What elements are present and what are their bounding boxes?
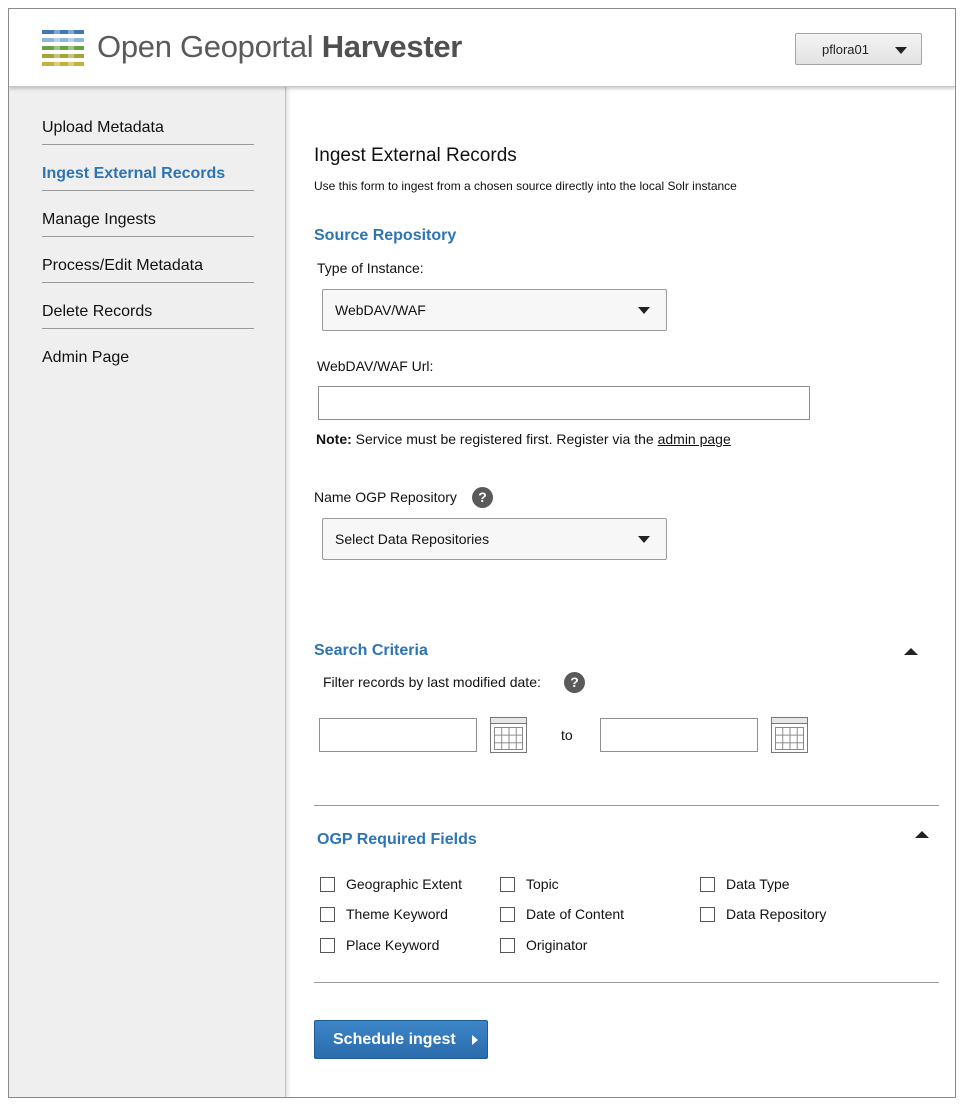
checkbox-topic[interactable]: Topic <box>500 876 559 892</box>
checkbox-box[interactable] <box>320 906 335 922</box>
chevron-down-icon <box>638 536 650 543</box>
calendar-icon[interactable] <box>490 717 527 753</box>
checkbox-data-repository[interactable]: Data Repository <box>700 906 826 922</box>
schedule-ingest-button[interactable]: Schedule ingest <box>314 1020 488 1059</box>
type-of-instance-label: Type of Instance: <box>317 260 424 276</box>
date-from-input[interactable] <box>319 718 477 752</box>
checkbox-originator[interactable]: Originator <box>500 937 587 953</box>
filter-date-label: Filter records by last modified date: <box>323 674 541 690</box>
ogp-repository-value: Select Data Repositories <box>335 531 490 547</box>
ogp-required-fields-heading: OGP Required Fields <box>317 831 477 848</box>
page-subtitle: Use this form to ingest from a chosen so… <box>314 179 737 193</box>
sidebar-item-manage-ingests[interactable]: Manage Ingests <box>42 191 254 237</box>
registration-note: Note: Service must be registered first. … <box>316 431 731 447</box>
logo-text-harvester: Harvester <box>321 29 463 64</box>
checkbox-data-type[interactable]: Data Type <box>700 876 790 892</box>
divider <box>314 805 939 806</box>
checkbox-date-of-content[interactable]: Date of Content <box>500 906 624 922</box>
date-to-input[interactable] <box>600 718 758 752</box>
sidebar-item-process-edit-metadata[interactable]: Process/Edit Metadata <box>42 237 254 283</box>
checkbox-label: Theme Keyword <box>346 906 448 922</box>
user-name-label: pflora01 <box>822 42 869 57</box>
note-bold-label: Note: <box>316 431 352 447</box>
webdav-url-label: WebDAV/WAF Url: <box>317 358 434 374</box>
checkbox-theme-keyword[interactable]: Theme Keyword <box>320 906 448 922</box>
schedule-ingest-label: Schedule ingest <box>333 1031 456 1048</box>
logo-stripes-icon <box>42 30 84 66</box>
chevron-right-icon <box>472 1035 478 1045</box>
admin-page-link[interactable]: admin page <box>658 431 731 447</box>
checkbox-label: Data Type <box>726 876 790 892</box>
checkbox-geographic-extent[interactable]: Geographic Extent <box>320 876 462 892</box>
checkbox-label: Originator <box>526 937 588 953</box>
checkbox-label: Date of Content <box>526 906 625 922</box>
calendar-icon[interactable] <box>771 717 808 753</box>
date-range-to-label: to <box>561 727 573 743</box>
checkbox-label: Geographic Extent <box>346 876 462 892</box>
header: Open Geoportal Harvester pflora01 <box>9 9 955 87</box>
checkbox-box[interactable] <box>700 906 715 922</box>
checkbox-label: Data Repository <box>726 906 827 922</box>
note-text: Service must be registered first. Regist… <box>351 431 658 447</box>
name-ogp-repository-label: Name OGP Repository <box>314 489 457 505</box>
checkbox-box[interactable] <box>500 876 515 892</box>
chevron-down-icon <box>895 47 907 54</box>
sidebar: Upload Metadata Ingest External Records … <box>9 87 286 1097</box>
checkbox-label: Topic <box>526 876 559 892</box>
sidebar-item-ingest-external-records[interactable]: Ingest External Records <box>42 145 254 191</box>
app-window: Open Geoportal Harvester pflora01 Upload… <box>8 8 956 1098</box>
sidebar-item-delete-records[interactable]: Delete Records <box>42 283 254 329</box>
user-menu-button[interactable]: pflora01 <box>795 33 922 65</box>
help-icon[interactable]: ? <box>564 672 585 693</box>
collapse-required-fields-icon[interactable] <box>915 831 929 838</box>
app-logo-text: Open Geoportal Harvester <box>97 29 462 65</box>
webdav-url-input[interactable] <box>318 386 810 420</box>
search-criteria-heading: Search Criteria <box>314 642 428 659</box>
checkbox-box[interactable] <box>700 876 715 892</box>
checkbox-box[interactable] <box>320 937 335 953</box>
type-of-instance-select[interactable]: WebDAV/WAF <box>322 289 667 331</box>
checkbox-box[interactable] <box>500 906 515 922</box>
checkbox-box[interactable] <box>320 876 335 892</box>
type-of-instance-value: WebDAV/WAF <box>335 302 426 318</box>
logo-text-open-geoportal: Open Geoportal <box>97 29 322 64</box>
divider <box>314 982 939 983</box>
sidebar-item-admin-page[interactable]: Admin Page <box>42 329 254 375</box>
checkbox-place-keyword[interactable]: Place Keyword <box>320 937 439 953</box>
chevron-down-icon <box>638 307 650 314</box>
collapse-search-criteria-icon[interactable] <box>904 648 918 655</box>
checkbox-label: Place Keyword <box>346 937 440 953</box>
source-repository-heading: Source Repository <box>314 227 457 244</box>
ogp-repository-select[interactable]: Select Data Repositories <box>322 518 667 560</box>
main-content: Ingest External Records Use this form to… <box>286 87 955 1097</box>
checkbox-box[interactable] <box>500 937 515 953</box>
help-icon[interactable]: ? <box>472 487 493 508</box>
sidebar-item-upload-metadata[interactable]: Upload Metadata <box>42 99 254 145</box>
page-title: Ingest External Records <box>314 145 517 166</box>
